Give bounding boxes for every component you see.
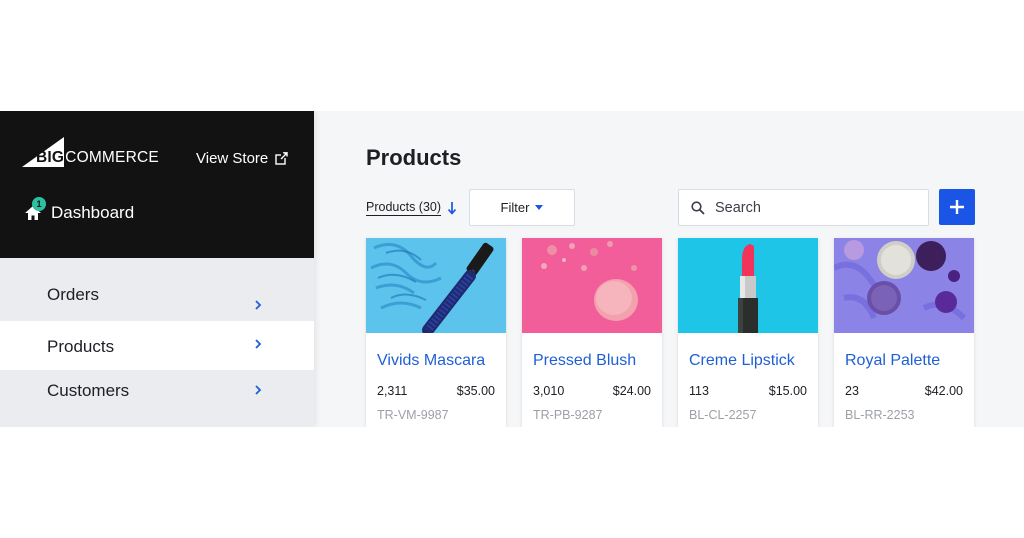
product-image-blush	[522, 238, 662, 333]
sidebar-item-customers[interactable]: Customers	[0, 373, 314, 423]
logo-commerce-text: COMMERCE	[65, 149, 159, 166]
product-card[interactable]: Vivids Mascara 2,311 $35.00 TR-VM-9987	[366, 238, 506, 427]
caret-down-icon	[535, 205, 544, 210]
notification-badge: 1	[32, 197, 46, 211]
bigcommerce-logo[interactable]: BIGCOMMERCE	[22, 135, 172, 169]
product-name: Creme Lipstick	[689, 352, 795, 369]
product-sku: TR-VM-9987	[377, 408, 449, 422]
product-name: Pressed Blush	[533, 352, 637, 369]
product-sku: BL-RR-2253	[845, 408, 915, 422]
search-box[interactable]	[678, 189, 929, 226]
product-price: $24.00	[612, 384, 651, 398]
app-frame: BIGCOMMERCE View Store 1 Dashboard Order…	[0, 111, 1024, 427]
product-image-mascara	[366, 238, 506, 333]
logo-big-text: BIG	[36, 149, 65, 166]
home-icon: 1	[24, 197, 46, 222]
product-quantity: 113	[689, 384, 709, 398]
sidebar-item-products[interactable]: Products	[0, 321, 314, 370]
sidebar-item-label: Products	[47, 337, 115, 356]
view-store-link[interactable]: View Store	[196, 150, 289, 167]
filter-button[interactable]: Filter	[469, 189, 575, 226]
sidebar-item-label: Customers	[47, 381, 130, 400]
search-icon	[691, 200, 705, 215]
product-name: Royal Palette	[845, 352, 941, 369]
product-card[interactable]: Royal Palette 23 $42.00 BL-RR-2253	[834, 238, 974, 427]
product-name: Vivids Mascara	[377, 352, 486, 369]
product-price: $35.00	[456, 384, 495, 398]
product-sku: TR-PB-9287	[533, 408, 603, 422]
product-quantity: 3,010	[533, 384, 565, 398]
product-price: $42.00	[924, 384, 963, 398]
product-card[interactable]: Pressed Blush 3,010 $24.00 TR-PB-9287	[522, 238, 662, 427]
product-card[interactable]: Creme Lipstick 113 $15.00 BL-CL-2257	[678, 238, 818, 427]
arrow-down-icon	[447, 202, 457, 215]
external-link-icon	[275, 152, 289, 165]
dashboard-link[interactable]: 1 Dashboard	[24, 197, 135, 223]
product-quantity: 23	[845, 384, 859, 398]
view-store-label: View Store	[196, 150, 269, 167]
product-quantity: 2,311	[377, 384, 408, 398]
product-image-lipstick	[678, 238, 818, 333]
sidebar-header: BIGCOMMERCE View Store 1 Dashboard	[0, 111, 314, 258]
search-input[interactable]	[715, 199, 905, 216]
sort-products-link[interactable]: Products (30)	[366, 200, 457, 216]
chevron-right-icon	[255, 300, 262, 310]
sidebar-item-orders[interactable]: Orders	[0, 271, 314, 321]
product-sku: BL-CL-2257	[689, 408, 757, 422]
sidebar: BIGCOMMERCE View Store 1 Dashboard Order…	[0, 111, 314, 427]
plus-icon	[950, 200, 964, 214]
product-image-palette	[834, 238, 974, 333]
dashboard-label: Dashboard	[51, 203, 135, 222]
page-title: Products	[366, 145, 462, 170]
sidebar-item-label: Orders	[47, 285, 99, 304]
chevron-right-icon	[255, 339, 262, 349]
product-price: $15.00	[768, 384, 807, 398]
filter-label: Filter	[500, 200, 530, 215]
chevron-right-icon	[255, 385, 262, 395]
sort-label: Products (30)	[366, 200, 442, 216]
add-product-button[interactable]	[939, 189, 975, 225]
